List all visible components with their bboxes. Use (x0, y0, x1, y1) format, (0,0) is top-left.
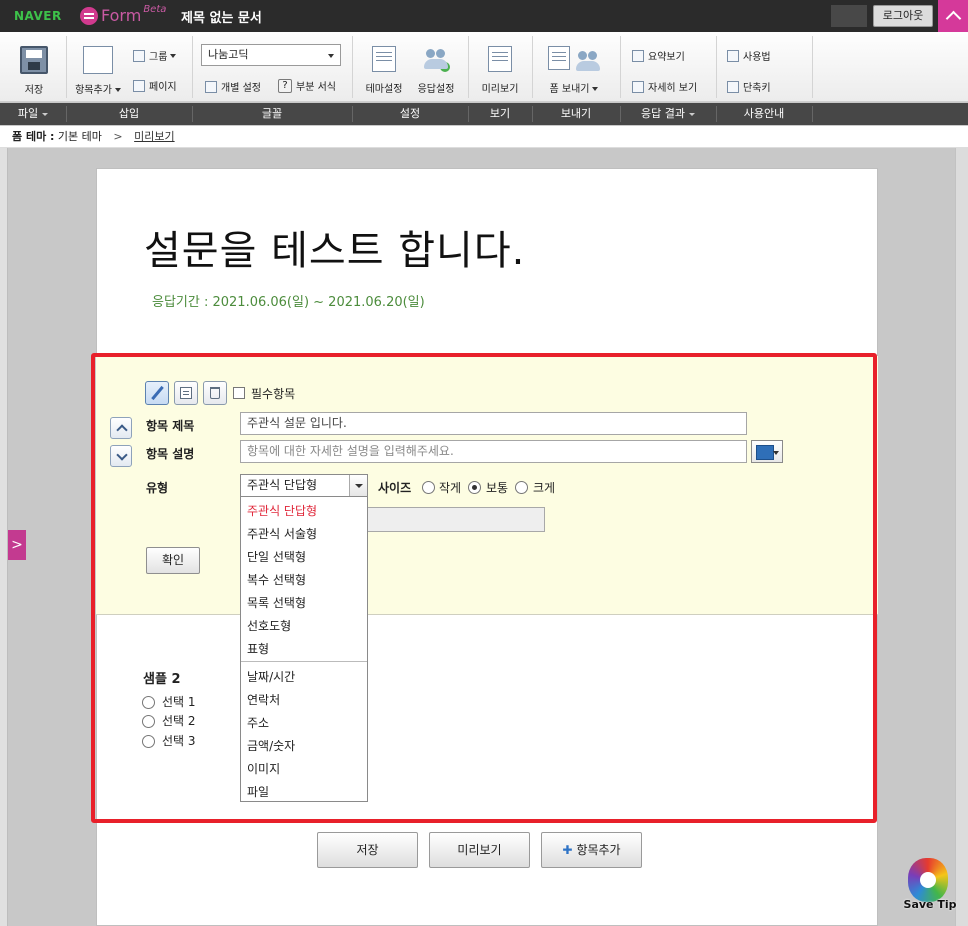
save-ribbon-label: 저장 (24, 85, 44, 96)
group-icon (133, 49, 145, 62)
theme-setting-label: 테마설정 (365, 84, 403, 95)
savetip-watermark: Save Tip (902, 858, 956, 916)
group-setting: 설정 (399, 107, 421, 120)
breadcrumb-label: 폼 테마 : (12, 130, 55, 143)
collapse-ribbon-button[interactable] (938, 0, 968, 32)
plus-icon: ✚ (562, 843, 573, 857)
shortcut-button[interactable]: 단축키 (727, 79, 771, 94)
top-bar: NAVER Form Beta 제목 없는 문서 로그아웃 (0, 0, 968, 32)
info-icon (727, 49, 739, 62)
group-send: 보내기 (560, 107, 592, 120)
group-font: 글꼴 (261, 107, 283, 120)
group-guide: 사용안내 (743, 107, 785, 120)
detail-view-label: 자세히 보기 (648, 83, 698, 94)
breadcrumb: 폼 테마 : 기본 테마 > 미리보기 (0, 126, 968, 148)
ribbon-toolbar: 저장 항목추가 그룹 페이지 나눔고딕 개별 설정 ? 부분 서식 테마설정 응답… (0, 32, 968, 102)
left-panel-edge (0, 148, 8, 926)
pie-chart-icon (632, 49, 644, 62)
add-item-ribbon-button[interactable]: 항목추가 (72, 46, 124, 96)
form-period[interactable]: 응답기간 : 2021.06.06(일) ~ 2021.06.20(일) (152, 291, 425, 310)
ribbon-group-labels: 파일 삽입 글꼴 설정 보기 보내기 응답 결과 사용안내 (0, 103, 968, 125)
send-form-icon (546, 46, 602, 72)
form-title[interactable]: 설문을 테스트 합니다. (144, 218, 525, 276)
individual-setting-button[interactable]: 개별 설정 (205, 79, 261, 94)
page-icon (133, 79, 145, 92)
page-label: 페이지 (149, 82, 177, 93)
preview-ribbon-label: 미리보기 (481, 84, 519, 95)
font-family-value: 나눔고딕 (208, 48, 249, 61)
partial-format-button[interactable]: ? 부분 서식 (278, 78, 336, 93)
beta-badge: Beta (143, 4, 167, 15)
vertical-scrollbar[interactable] (955, 148, 968, 926)
naver-logo[interactable]: NAVER (14, 9, 62, 23)
preview-ribbon-button[interactable]: 미리보기 (476, 46, 524, 95)
group-response-result[interactable]: 응답 결과 (620, 103, 716, 125)
theme-icon (372, 46, 396, 72)
preview-icon (488, 46, 512, 72)
group-insert: 삽입 (118, 107, 140, 120)
group-label: 그룹 (149, 52, 168, 63)
send-form-label: 폼 보내기 (549, 84, 590, 95)
chevron-down-icon (328, 54, 334, 58)
side-panel-toggle[interactable]: > (8, 530, 26, 560)
form-logo: Form Beta (80, 4, 167, 25)
preview-button[interactable]: 미리보기 (429, 832, 530, 868)
document-title[interactable]: 제목 없는 문서 (181, 7, 262, 26)
individual-setting-label: 개별 설정 (221, 83, 261, 94)
response-setting-label: 응답설정 (417, 84, 455, 95)
save-ribbon-button[interactable]: 저장 (14, 46, 54, 96)
save-icon (20, 46, 48, 74)
font-family-select[interactable]: 나눔고딕 (201, 44, 341, 66)
send-form-button[interactable]: 폼 보내기 (540, 46, 608, 95)
savetip-logo-text: Save Tip (903, 898, 957, 911)
chevron-right-icon: > (11, 537, 23, 553)
add-item-icon (83, 46, 113, 74)
edit-format-icon (205, 80, 217, 93)
logout-button[interactable]: 로그아웃 (873, 5, 933, 27)
savetip-logo-icon (908, 858, 948, 902)
usage-label: 사용법 (743, 52, 771, 63)
form-logo-text: Form (101, 6, 142, 25)
breadcrumb-theme[interactable]: 기본 테마 (58, 130, 102, 143)
add-item-ribbon-label: 항목추가 (75, 85, 112, 96)
detail-view-button[interactable]: 자세히 보기 (632, 79, 697, 94)
summary-view-button[interactable]: 요약보기 (632, 48, 685, 63)
group-file[interactable]: 파일 (0, 103, 66, 125)
keyboard-icon (727, 80, 739, 93)
shortcut-label: 단축키 (743, 83, 771, 94)
form-logo-icon (80, 6, 98, 25)
partial-format-label: 부분 서식 (296, 82, 336, 93)
highlight-outline (91, 353, 877, 823)
add-item-label: 항목추가 (576, 843, 621, 857)
magnifier-doc-icon (632, 80, 644, 93)
group-view: 보기 (489, 107, 511, 120)
theme-setting-button[interactable]: 테마설정 (360, 46, 408, 95)
save-button[interactable]: 저장 (317, 832, 418, 868)
response-users-icon (424, 46, 450, 72)
add-item-button[interactable]: ✚ 항목추가 (541, 832, 642, 868)
breadcrumb-separator: > (113, 130, 123, 143)
usage-button[interactable]: 사용법 (727, 48, 771, 63)
group-button[interactable]: 그룹 (133, 48, 177, 63)
summary-view-label: 요약보기 (648, 52, 685, 63)
user-avatar[interactable] (831, 5, 867, 27)
help-icon: ? (278, 78, 292, 93)
page-button[interactable]: 페이지 (133, 78, 177, 93)
breadcrumb-preview-link[interactable]: 미리보기 (134, 130, 174, 143)
response-setting-button[interactable]: 응답설정 (412, 46, 460, 95)
